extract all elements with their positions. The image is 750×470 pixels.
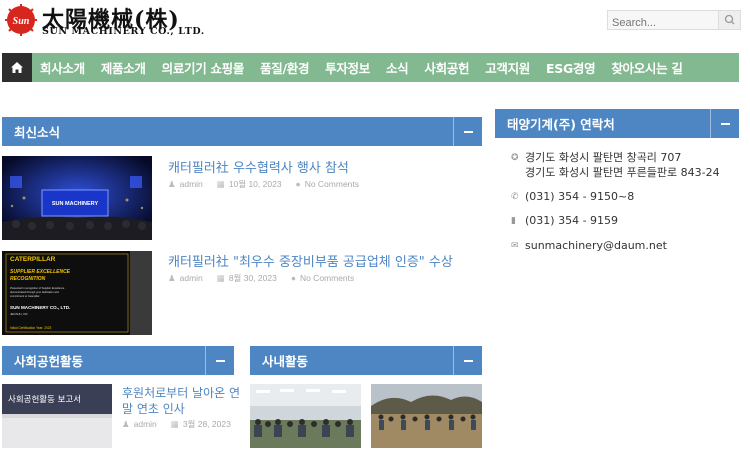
news-date-2: 8월 30, 2023 xyxy=(228,273,277,283)
outdoor-event-photo xyxy=(371,384,482,448)
internal-collapse-button[interactable] xyxy=(453,346,482,375)
contact-title: 태양기계(주) 연락처 xyxy=(507,117,615,132)
news-meta-2: ♟ admin ▦ 8월 30, 2023 ● No Comments xyxy=(168,272,354,284)
nav-item-company[interactable]: 회사소개 xyxy=(32,58,93,77)
phone-number[interactable]: (031) 354 - 9150~8 xyxy=(525,189,634,205)
address-line-1: 경기도 화성시 팔탄면 창곡리 707 xyxy=(525,151,682,164)
news-comments-2[interactable]: No Comments xyxy=(300,273,354,283)
minus-icon xyxy=(720,122,730,125)
cert-heading-2: RECOGNITION xyxy=(10,276,46,282)
main-nav: 회사소개 제품소개 의료기기 쇼핑몰 품질/환경 투자정보 소식 사회공헌 고객… xyxy=(2,53,739,82)
contact-fax: ▮ (031) 354 - 9159 xyxy=(511,213,618,229)
cert-year: Initial Certification Year: 2023 xyxy=(10,326,52,330)
contact-email: ✉ sunmachinery@daum.net xyxy=(511,238,667,254)
calendar-icon: ▦ xyxy=(216,272,225,283)
social-post-date: 3월 28, 2023 xyxy=(182,419,231,429)
social-post-title-line1: 후원처로부터 날아온 연 xyxy=(122,386,241,400)
nav-item-news[interactable]: 소식 xyxy=(378,58,416,77)
user-icon: ♟ xyxy=(168,272,176,283)
social-thumbnail[interactable]: 사회공헌활동 보고서 xyxy=(2,384,112,448)
screen-label: SUN MACHINERY xyxy=(52,201,99,207)
envelope-icon: ✉ xyxy=(511,241,519,251)
news-date-1: 10월 10, 2023 xyxy=(228,179,282,189)
latest-news-collapse-button[interactable] xyxy=(453,117,482,146)
address-line-2: 경기도 화성시 팔탄면 푸른들판로 843-24 xyxy=(525,166,720,179)
certificate-image: CATERPILLAR SUPPLIER EXCELLENCE RECOGNIT… xyxy=(2,251,152,335)
cert-brand: CATERPILLAR xyxy=(10,256,56,263)
social-post-meta: ♟ admin ▦ 3월 28, 2023 xyxy=(122,418,231,430)
news-author-1[interactable]: admin xyxy=(180,179,203,189)
social-post-author[interactable]: admin xyxy=(134,419,157,429)
contact-phone: ✆ (031) 354 - 9150~8 xyxy=(511,189,634,205)
contact-header: 태양기계(주) 연락처 xyxy=(495,109,739,138)
cert-location: JEONJU, KR xyxy=(10,312,28,316)
user-icon: ♟ xyxy=(168,178,176,189)
calendar-icon: ▦ xyxy=(170,418,179,429)
nav-item-quality[interactable]: 품질/환경 xyxy=(252,58,317,77)
logo-mark-text: Sun xyxy=(13,16,30,27)
conference-photo: SUN MACHINERY xyxy=(2,156,152,240)
calendar-icon: ▦ xyxy=(216,178,225,189)
latest-news-title: 최신소식 xyxy=(14,125,61,140)
nav-home-button[interactable] xyxy=(2,53,32,82)
nav-item-support[interactable]: 고객지원 xyxy=(477,58,538,77)
search-box xyxy=(607,10,741,32)
report-cover-title: 사회공헌활동 보고서 xyxy=(8,395,82,405)
news-title-2[interactable]: 캐터필러社 "최우수 중장비부품 공급업체 인증" 수상 xyxy=(168,251,453,270)
minus-icon xyxy=(215,359,225,362)
cert-company: SUN MACHINERY CO., LTD. xyxy=(10,305,70,310)
comment-icon: ● xyxy=(290,273,296,283)
social-header: 사회공헌활동 xyxy=(2,346,234,375)
cert-body-2: demonstrated through your dedication and xyxy=(10,290,59,294)
internal-photo-1[interactable] xyxy=(250,384,361,448)
nav-item-products[interactable]: 제품소개 xyxy=(93,58,154,77)
search-button[interactable] xyxy=(718,11,740,29)
nav-item-medical-shop[interactable]: 의료기기 쇼핑몰 xyxy=(154,58,252,77)
fax-number: (031) 354 - 9159 xyxy=(525,214,619,227)
news-title-1[interactable]: 캐터필러社 우수협력사 행사 참석 xyxy=(168,157,349,176)
user-icon: ♟ xyxy=(122,418,130,429)
search-input[interactable] xyxy=(608,14,718,32)
email-address[interactable]: sunmachinery@daum.net xyxy=(525,238,667,254)
social-title: 사회공헌활동 xyxy=(14,354,84,369)
news-author-2[interactable]: admin xyxy=(180,273,203,283)
location-icon: ✪ xyxy=(511,153,519,163)
minus-icon xyxy=(463,359,473,362)
nav-item-social[interactable]: 사회공헌 xyxy=(416,58,477,77)
social-collapse-button[interactable] xyxy=(205,346,234,375)
news-meta-1: ♟ admin ▦ 10월 10, 2023 ● No Comments xyxy=(168,178,359,190)
site-logo[interactable]: Sun 太陽機械(株) SUN MACHINERY CO., LTD. xyxy=(4,2,204,40)
minus-icon xyxy=(463,130,473,133)
latest-news-header: 최신소식 xyxy=(2,117,482,146)
cert-body-1: Presented in recognition of Supplier Exc… xyxy=(10,286,65,290)
cert-heading-1: SUPPLIER EXCELLENCE xyxy=(10,269,71,275)
cert-body-3: commitment to Caterpillar xyxy=(10,294,40,298)
phone-icon: ✆ xyxy=(511,192,519,202)
report-divider xyxy=(2,414,112,418)
contact-collapse-button[interactable] xyxy=(710,109,739,138)
comment-icon: ● xyxy=(295,179,301,189)
news-comments-1[interactable]: No Comments xyxy=(305,179,359,189)
logo-english-name: SUN MACHINERY CO., LTD. xyxy=(42,26,205,37)
social-post-title-line2: 말 연초 인사 xyxy=(122,402,185,416)
news-thumbnail-1[interactable]: SUN MACHINERY xyxy=(2,156,152,240)
social-post-title[interactable]: 후원처로부터 날아온 연 말 연초 인사 xyxy=(122,385,240,417)
nav-item-esg[interactable]: ESG경영 xyxy=(538,58,603,77)
internal-header: 사내활동 xyxy=(250,346,482,375)
search-icon xyxy=(724,14,735,25)
internal-title: 사내활동 xyxy=(262,354,309,369)
fax-icon: ▮ xyxy=(511,216,516,226)
nav-item-investment[interactable]: 투자정보 xyxy=(317,58,378,77)
sun-logo-icon: Sun xyxy=(5,4,37,36)
news-thumbnail-2[interactable]: CATERPILLAR SUPPLIER EXCELLENCE RECOGNIT… xyxy=(2,251,152,335)
indoor-event-photo xyxy=(250,384,361,448)
contact-address: ✪ 경기도 화성시 팔탄면 창곡리 707 경기도 화성시 팔탄면 푸른들판로 … xyxy=(511,150,720,180)
home-icon xyxy=(11,62,23,73)
internal-photo-2[interactable] xyxy=(371,384,482,448)
nav-item-directions[interactable]: 찾아오시는 길 xyxy=(603,58,690,77)
